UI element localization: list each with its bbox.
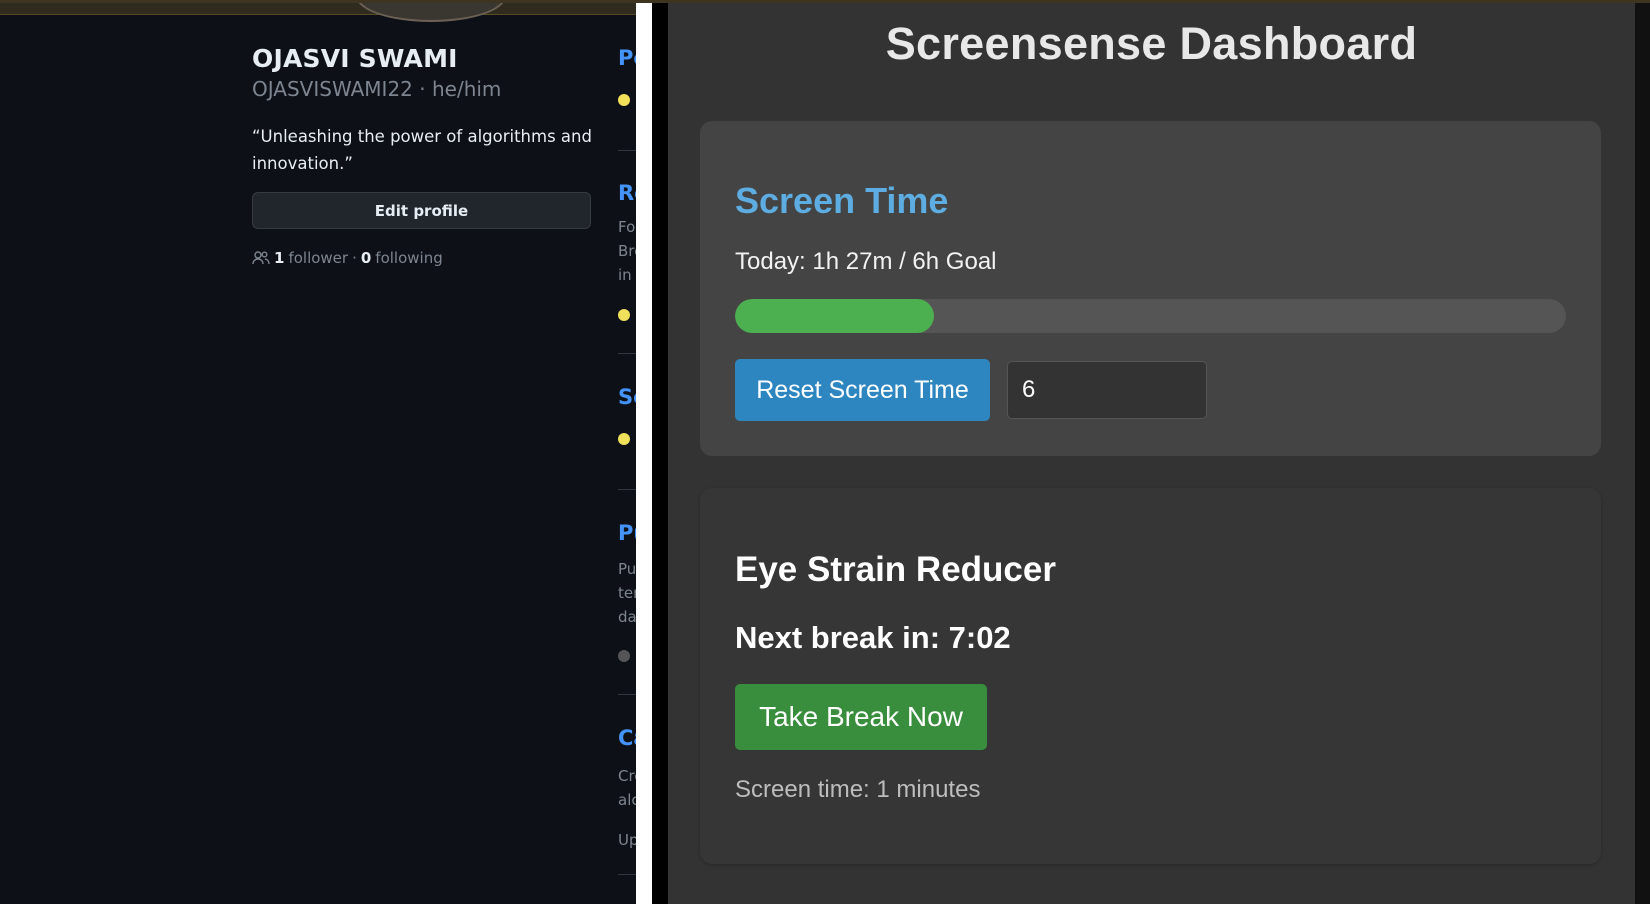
reset-screen-time-button[interactable]: Reset Screen Time: [735, 359, 990, 421]
repo-divider: [618, 874, 636, 875]
repo-description-line: Bre: [618, 242, 636, 260]
language-dot-icon: [618, 433, 630, 445]
window-divider: [636, 0, 652, 904]
repo-divider: [618, 353, 636, 354]
repo-description-line: da: [618, 608, 636, 626]
pinned-repos-column: Pe Re Fo Bre in Sc Pu Pu ter da Ca Cre a…: [618, 0, 636, 904]
repo-title[interactable]: Ca: [618, 726, 636, 750]
eye-strain-heading: Eye Strain Reducer: [735, 550, 1056, 589]
avatar[interactable]: [356, 0, 506, 22]
dashboard-title: Screensense Dashboard: [885, 18, 1418, 69]
repo-description-line: Fo: [618, 218, 636, 236]
repo-description-line: ter: [618, 584, 636, 602]
screen-time-today: Today: 1h 27m / 6h Goal: [735, 248, 997, 275]
screen-time-heading: Screen Time: [735, 180, 949, 221]
language-dot-icon: [618, 309, 630, 321]
github-profile-page: OJASVI SWAMI OJASVISWAMI22 · he/him “Unl…: [0, 0, 636, 904]
repo-description-line: Up: [618, 831, 636, 849]
repo-description-line: Cre: [618, 767, 636, 785]
repo-divider: [618, 489, 636, 490]
language-dot-icon: [618, 650, 630, 662]
following-count[interactable]: 0: [361, 249, 371, 267]
edit-profile-button[interactable]: Edit profile: [252, 192, 591, 229]
repo-description-line: Pu: [618, 560, 636, 578]
eye-strain-card: [700, 488, 1601, 864]
followers-label[interactable]: follower: [288, 249, 348, 267]
follow-separator: ·: [352, 249, 357, 267]
screen-time-progress-fill: [735, 299, 935, 333]
repo-title[interactable]: Pu: [618, 521, 636, 545]
window-border: [652, 0, 668, 904]
repo-divider: [618, 150, 636, 151]
following-label[interactable]: following: [375, 249, 442, 267]
repo-divider: [618, 694, 636, 695]
repo-title[interactable]: Pe: [618, 46, 636, 70]
repo-title[interactable]: Re: [618, 181, 636, 205]
goal-hours-input[interactable]: [1007, 361, 1207, 419]
profile-handle: OJASVISWAMI22 · he/him: [252, 77, 502, 101]
followers-count[interactable]: 1: [274, 249, 284, 267]
follow-stats: 1 follower · 0 following: [252, 249, 443, 267]
profile-bio: “Unleashing the power of algorithms and …: [252, 127, 592, 173]
screen-time-progress-bar: [735, 299, 1566, 333]
profile-name: OJASVI SWAMI: [252, 44, 458, 73]
people-icon: [252, 251, 270, 265]
language-dot-icon: [618, 94, 630, 106]
repo-description-line: alc: [618, 791, 636, 809]
eye-strain-screen-time: Screen time: 1 minutes: [735, 776, 981, 803]
popup-scrollbar-edge: [1635, 0, 1650, 904]
repo-title[interactable]: Sc: [618, 385, 636, 409]
repo-description-line: in: [618, 266, 632, 284]
next-break-timer: Next break in: 7:02: [735, 620, 1011, 655]
take-break-button[interactable]: Take Break Now: [735, 684, 987, 750]
top-border: [0, 0, 1650, 3]
